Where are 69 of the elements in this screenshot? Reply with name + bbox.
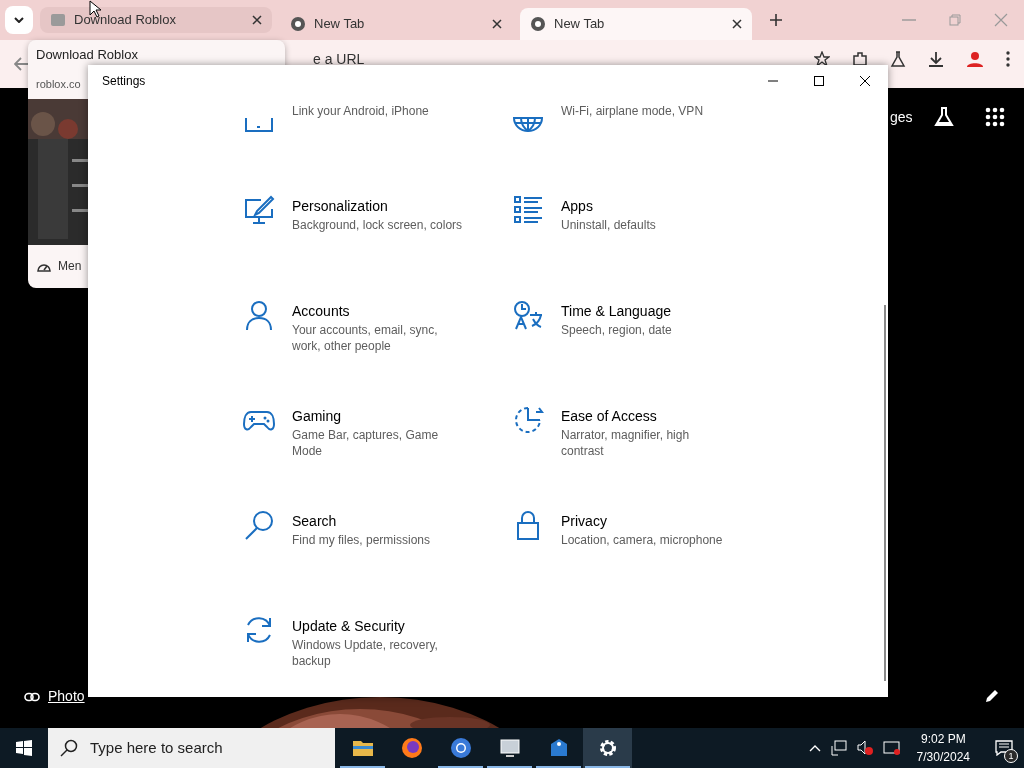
chrome-icon [530,16,546,32]
settings-item[interactable]: Ease of Access Narrator, magnifier, high contrast [512,396,781,501]
tab-search-button[interactable] [5,6,33,34]
chrome-icon [290,16,306,32]
search-field[interactable]: Type here to search [48,728,335,768]
phone-icon [243,117,275,133]
close-icon[interactable] [252,15,262,25]
monitor-icon [497,736,522,760]
language-icon [512,299,544,331]
person-icon [243,299,275,331]
browser-tab[interactable]: Download Roblox [40,7,272,33]
notification-count: 1 [1004,749,1018,763]
settings-item[interactable]: Personalization Background, lock screen, colors [243,186,512,291]
windows-icon [16,740,32,756]
search-icon [60,739,78,757]
notifications-button[interactable]: 1 [984,728,1024,768]
clock[interactable]: 9:02 PM 7/30/2024 [916,730,970,766]
settings-item[interactable]: Search Find my files, permissions [243,501,512,606]
chevron-up-icon[interactable] [808,744,821,752]
accessibility-icon [512,404,544,436]
network-icon[interactable] [830,740,847,756]
page-icon [50,12,66,28]
settings-item[interactable]: Apps Uninstall, defaults [512,186,781,291]
taskbar-app[interactable] [583,728,632,768]
settings-item[interactable]: Link your Android, iPhone [243,97,512,186]
volume-muted-icon[interactable] [856,740,873,756]
profile-icon[interactable] [966,50,984,68]
caret-icon [14,17,24,23]
card-domain: roblox.co [36,77,82,91]
apps-grid-icon[interactable] [984,107,1005,127]
settings-item[interactable]: Gaming Game Bar, captures, Game Mode [243,396,512,501]
pencil-icon[interactable] [985,689,999,703]
extensions-icon[interactable] [852,51,868,67]
menu-icon[interactable] [1006,51,1010,67]
settings-item[interactable]: Time & Language Speech, region, date [512,291,781,396]
list-icon [512,194,544,226]
back-icon[interactable] [14,57,30,71]
photo-credit-link[interactable]: Photo [48,686,85,707]
browser-tab[interactable]: New Tab [280,8,512,40]
card-title: Download Roblox [36,46,139,63]
close-icon [860,76,870,86]
images-link[interactable]: ges [890,106,913,128]
globe-icon [512,117,544,133]
window-title: Settings [102,73,146,90]
flask-icon[interactable] [890,51,906,67]
settings-item[interactable]: Wi-Fi, airplane mode, VPN [512,97,781,186]
search-icon [243,509,275,541]
memory-label: Men [58,258,82,275]
settings-item[interactable]: Update & Security Windows Update, recovery, backup [243,606,512,697]
close-icon[interactable] [492,19,502,29]
close-icon [994,13,1008,27]
restore-icon [948,13,962,27]
close-icon[interactable] [732,19,742,29]
minimize-icon [902,19,916,21]
browser-tab[interactable]: New Tab [520,8,752,40]
firefox-icon [399,736,424,760]
display-icon[interactable] [882,740,901,756]
monitor-brush-icon [243,194,275,226]
omnibox-text: e a URL [313,49,365,69]
plus-icon [770,14,782,26]
chrome-icon [448,736,473,760]
flask-icon[interactable] [932,106,955,128]
settings-item[interactable]: Accounts Your accounts, email, sync, work, other people [243,291,512,396]
link-icon [24,691,40,702]
star-icon[interactable] [814,51,830,67]
scrollbar[interactable] [884,305,886,681]
download-icon[interactable] [928,51,944,67]
maximize-icon [814,76,824,86]
settings-item[interactable]: Privacy Location, camera, microphone [512,501,781,606]
